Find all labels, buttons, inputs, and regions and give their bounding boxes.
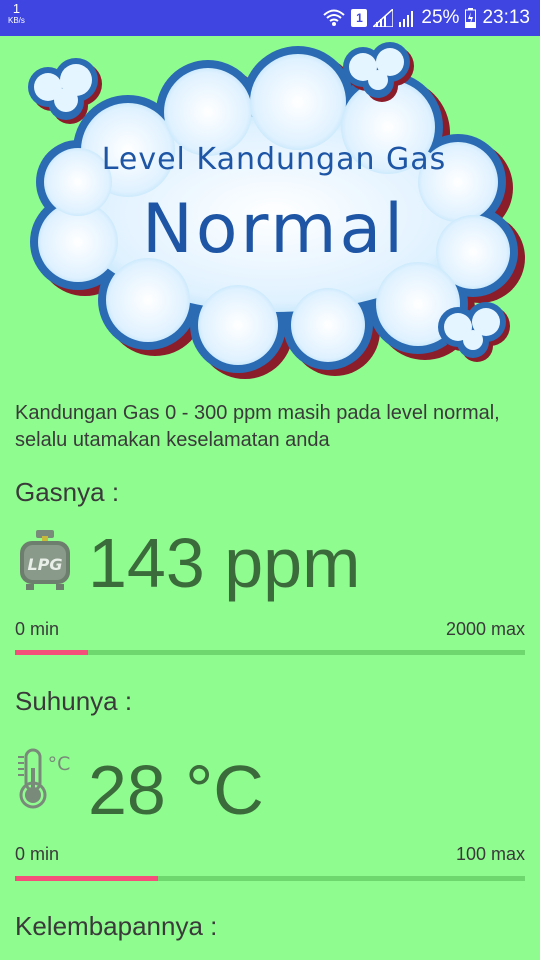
- gas-reading: 143 ppm: [88, 524, 361, 602]
- temperature-max-label: 100 max: [455, 844, 525, 864]
- temperature-reading: 28 °C: [88, 751, 264, 829]
- gas-max-label: 2000 max: [445, 619, 525, 639]
- sim-icon: 1: [351, 9, 368, 27]
- network-speed-unit: KB/s: [8, 16, 25, 25]
- gas-level-fill: [15, 650, 88, 655]
- network-speed: 1 KB/s: [8, 1, 25, 27]
- signal-icon-secondary: [399, 9, 415, 27]
- banner-subtitle: Level Kandungan Gas: [101, 142, 447, 177]
- lpg-icon-text: LPG: [27, 555, 62, 574]
- battery-percent: 25%: [421, 7, 460, 28]
- battery-charging-icon: [465, 8, 477, 28]
- temperature-level-bar: [15, 876, 525, 881]
- gas-level-banner: Level Kandungan Gas Normal: [18, 42, 530, 380]
- wifi-icon: [323, 8, 346, 28]
- network-speed-value: 1: [12, 1, 21, 16]
- signal-icon: [373, 9, 394, 27]
- gas-level-status: Normal: [141, 190, 407, 269]
- temperature-level-fill: [15, 876, 158, 881]
- gas-description: Kandungan Gas 0 - 300 ppm masih pada lev…: [15, 402, 500, 451]
- gas-label: Gasnya :: [15, 477, 120, 507]
- temperature-scale: 0 min 100 max: [15, 844, 525, 865]
- gas-scale: 0 min 2000 max: [15, 619, 525, 640]
- status-bar: 1 KB/s 1 25% 23:13: [0, 0, 540, 36]
- lpg-tank-icon: LPG: [17, 530, 73, 595]
- gas-level-bar: [15, 650, 525, 655]
- temperature-min-label: 0 min: [15, 844, 60, 864]
- humidity-label: Kelembapannya :: [15, 911, 218, 941]
- thermometer-icon: °C: [15, 748, 75, 815]
- clock: 23:13: [482, 7, 530, 28]
- temperature-label: Suhunya :: [15, 686, 133, 716]
- thermometer-unit-text: °C: [48, 753, 71, 775]
- gas-min-label: 0 min: [15, 619, 60, 639]
